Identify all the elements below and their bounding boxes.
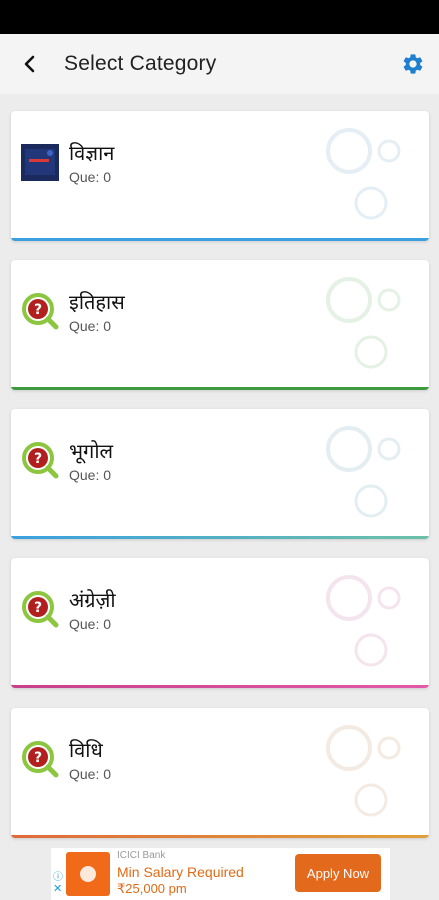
svg-text:?: ? [34,451,42,467]
category-name: विधि [69,738,103,762]
thumbnail-image [21,141,59,181]
decorative-bubbles [326,426,401,518]
question-search-icon: ? [21,588,59,628]
svg-text:?: ? [34,750,42,766]
ad-banner[interactable]: ⓘ ✕ ICICI Bank Min Salary Required ₹25,0… [51,848,390,900]
question-search-icon: ? [21,738,59,778]
svg-text:?: ? [34,302,42,318]
ad-subline: ₹25,000 pm [117,881,187,896]
apply-now-button[interactable]: Apply Now [295,854,381,892]
category-card[interactable]: विज्ञान Que: 0 [11,111,429,241]
gear-icon[interactable] [401,52,425,76]
info-icon[interactable]: ⓘ [53,868,63,883]
decorative-bubbles [326,575,401,667]
accent-bar [11,685,429,688]
accent-bar [11,835,429,838]
category-name: अंग्रेज़ी [69,588,116,612]
question-count: Que: 0 [69,169,112,185]
page-title: Select Category [64,52,217,75]
question-count: Que: 0 [69,467,112,483]
category-card[interactable]: ? अंग्रेज़ी Que: 0 [11,558,429,688]
question-count: Que: 0 [69,766,112,782]
category-name: भूगोल [69,439,114,463]
ad-advertiser: ICICI Bank [117,850,166,861]
question-search-icon: ? [21,290,59,330]
accent-bar [11,536,429,539]
decorative-bubbles [326,725,401,817]
ad-headline: Min Salary Required [117,864,244,880]
svg-text:?: ? [34,600,42,616]
category-card[interactable]: ? इतिहास Que: 0 [11,260,429,390]
decorative-bubbles [326,277,401,369]
question-count: Que: 0 [69,616,112,632]
question-count: Que: 0 [69,318,112,334]
back-arrow-icon[interactable] [18,52,42,76]
accent-bar [11,387,429,390]
category-name: विज्ञान [69,141,115,165]
app-bar: Select Category [0,34,439,94]
bank-logo [66,852,110,896]
category-card[interactable]: ? विधि Que: 0 [11,708,429,838]
question-search-icon: ? [21,439,59,479]
category-card[interactable]: ? भूगोल Que: 0 [11,409,429,539]
close-icon[interactable]: ✕ [53,882,62,895]
status-bar [0,0,439,34]
category-name: इतिहास [69,290,125,314]
accent-bar [11,238,429,241]
decorative-bubbles [326,128,401,220]
